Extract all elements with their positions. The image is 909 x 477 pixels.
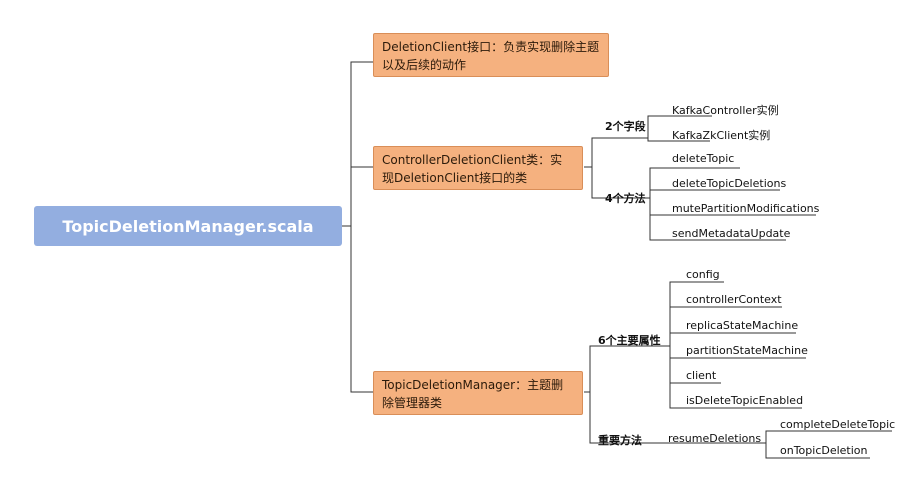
attributes-group-label: 6个主要属性 — [598, 334, 661, 347]
deletion-client-node: DeletionClient接口：负责实现删除主题以及后续的动作 — [373, 33, 609, 77]
method-item: sendMetadataUpdate — [672, 227, 791, 240]
field-item: KafkaController实例 — [672, 104, 779, 117]
fields-group-label: 2个字段 — [605, 120, 646, 133]
submethod-item: onTopicDeletion — [780, 444, 868, 457]
attribute-item: controllerContext — [686, 293, 782, 306]
methods-group-label: 4个方法 — [605, 192, 646, 205]
method-item: mutePartitionModifications — [672, 202, 820, 215]
attribute-item: config — [686, 268, 720, 281]
attribute-item: isDeleteTopicEnabled — [686, 394, 804, 407]
controller-deletion-client-node: ControllerDeletionClient类：实现DeletionClie… — [373, 146, 583, 190]
important-methods-label: 重要方法 — [598, 434, 642, 447]
method-item: deleteTopicDeletions — [672, 177, 787, 190]
attribute-item: partitionStateMachine — [686, 344, 808, 357]
root-node: TopicDeletionManager.scala — [34, 206, 342, 246]
resume-deletions-item: resumeDeletions — [668, 432, 762, 445]
attribute-item: replicaStateMachine — [686, 319, 799, 332]
submethod-item: completeDeleteTopic — [780, 418, 896, 431]
method-item: deleteTopic — [672, 152, 735, 165]
attribute-item: client — [686, 369, 717, 382]
topic-deletion-manager-node: TopicDeletionManager：主题删除管理器类 — [373, 371, 583, 415]
field-item: KafkaZkClient实例 — [672, 129, 771, 142]
